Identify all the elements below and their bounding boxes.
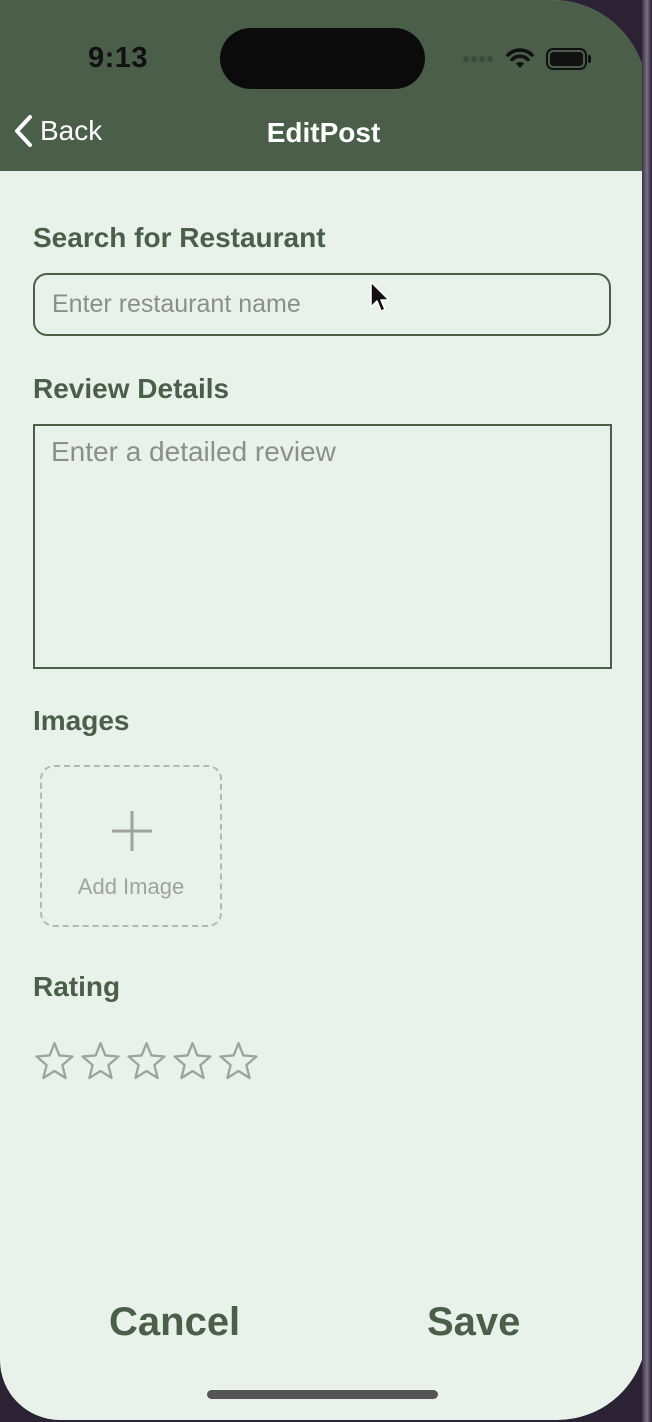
navigation-header: 9:13 Back EditPost	[0, 0, 647, 171]
star-icon[interactable]	[33, 1040, 76, 1083]
status-icons	[462, 44, 592, 74]
star-icon[interactable]	[217, 1040, 260, 1083]
save-button[interactable]: Save	[427, 1300, 520, 1345]
restaurant-search-input[interactable]	[33, 273, 611, 336]
home-indicator[interactable]	[207, 1390, 438, 1399]
page-title: EditPost	[266, 117, 381, 148]
device-frame-edge	[642, 0, 652, 1422]
cellular-signal-icon	[463, 56, 493, 62]
star-icon[interactable]	[79, 1040, 122, 1083]
review-details-textarea[interactable]	[33, 424, 612, 669]
mouse-pointer-icon	[370, 281, 390, 312]
star-icon[interactable]	[171, 1040, 214, 1083]
dynamic-island	[220, 28, 425, 89]
images-section-label: Images	[33, 705, 130, 736]
star-icon[interactable]	[125, 1040, 168, 1083]
add-image-label: Add Image	[77, 874, 185, 899]
status-time: 9:13	[88, 42, 149, 74]
star-rating	[33, 1040, 260, 1083]
rating-section-label: Rating	[33, 971, 121, 1002]
review-section-label: Review Details	[33, 373, 230, 404]
battery-icon	[546, 48, 591, 70]
phone-screen: 9:13 Back EditPost Search for Restaurant…	[0, 0, 647, 1420]
wifi-icon	[506, 48, 534, 68]
search-section-label: Search for Restaurant	[33, 222, 326, 253]
plus-icon	[112, 811, 152, 851]
add-image-button[interactable]: Add Image	[40, 765, 222, 927]
cancel-button[interactable]: Cancel	[109, 1300, 240, 1345]
